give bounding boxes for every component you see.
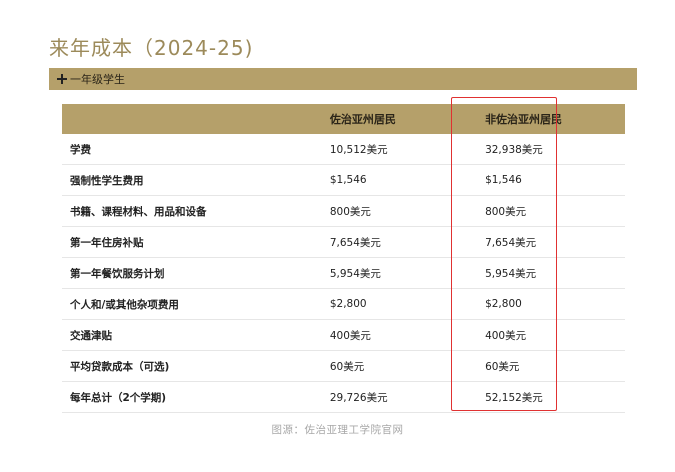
- non-georgia-value: $1,546: [459, 164, 625, 196]
- row-label: 第一年住房补贴: [62, 226, 330, 258]
- table-row: 强制性学生费用 $1,546 $1,546: [62, 164, 625, 196]
- table-row: 每年总计（2个学期) 29,726美元 52,152美元: [62, 381, 625, 413]
- non-georgia-value: 400美元: [459, 319, 625, 351]
- georgia-value: 800美元: [329, 195, 460, 227]
- row-label: 第一年餐饮服务计划: [62, 257, 330, 289]
- georgia-value: $1,546: [329, 164, 460, 196]
- row-label: 学费: [62, 134, 330, 165]
- table-row: 书籍、课程材料、用品和设备 800美元 800美元: [62, 195, 625, 227]
- georgia-value: 5,954美元: [329, 257, 460, 289]
- georgia-value: 29,726美元: [329, 381, 460, 413]
- page-title: 来年成本（2024-25): [49, 36, 254, 60]
- row-label: 书籍、课程材料、用品和设备: [62, 195, 330, 227]
- georgia-value: $2,800: [329, 288, 460, 320]
- table-row: 第一年住房补贴 7,654美元 7,654美元: [62, 226, 625, 258]
- non-georgia-value: 5,954美元: [459, 257, 625, 289]
- header-georgia-resident: 佐治亚州居民: [329, 104, 460, 134]
- georgia-value: 400美元: [329, 319, 460, 351]
- row-label: 强制性学生费用: [62, 164, 330, 196]
- table-row: 第一年餐饮服务计划 5,954美元 5,954美元: [62, 257, 625, 289]
- row-label: 每年总计（2个学期): [62, 381, 330, 413]
- non-georgia-value: 7,654美元: [459, 226, 625, 258]
- georgia-value: 60美元: [329, 350, 460, 382]
- header-non-georgia-resident: 非佐治亚州居民: [459, 104, 625, 134]
- accordion-first-year-toggle[interactable]: 一年级学生: [49, 68, 637, 90]
- non-georgia-value: 800美元: [459, 195, 625, 227]
- table-row: 平均贷款成本（可选) 60美元 60美元: [62, 350, 625, 382]
- accordion-label: 一年级学生: [70, 73, 125, 86]
- header-blank: [62, 104, 330, 134]
- row-label: 交通津贴: [62, 319, 330, 351]
- non-georgia-value: 60美元: [459, 350, 625, 382]
- table-row: 学费 10,512美元 32,938美元: [62, 134, 625, 165]
- table-row: 个人和/或其他杂项费用 $2,800 $2,800: [62, 288, 625, 320]
- non-georgia-value: 52,152美元: [459, 381, 625, 413]
- georgia-value: 7,654美元: [329, 226, 460, 258]
- plus-icon: [57, 74, 67, 84]
- row-label: 个人和/或其他杂项费用: [62, 288, 330, 320]
- table-header-row: 佐治亚州居民 非佐治亚州居民: [62, 104, 625, 134]
- image-source-caption: 图源：佐治亚理工学院官网: [271, 424, 404, 436]
- cost-table: 佐治亚州居民 非佐治亚州居民 学费 10,512美元 32,938美元 强制性学…: [62, 104, 625, 413]
- table-row: 交通津贴 400美元 400美元: [62, 319, 625, 351]
- page: 来年成本（2024-25) 一年级学生 佐治亚州居民 非佐治亚州居民 学费 10…: [0, 0, 675, 472]
- non-georgia-value: 32,938美元: [459, 134, 625, 165]
- row-label: 平均贷款成本（可选): [62, 350, 330, 382]
- georgia-value: 10,512美元: [329, 134, 460, 165]
- non-georgia-value: $2,800: [459, 288, 625, 320]
